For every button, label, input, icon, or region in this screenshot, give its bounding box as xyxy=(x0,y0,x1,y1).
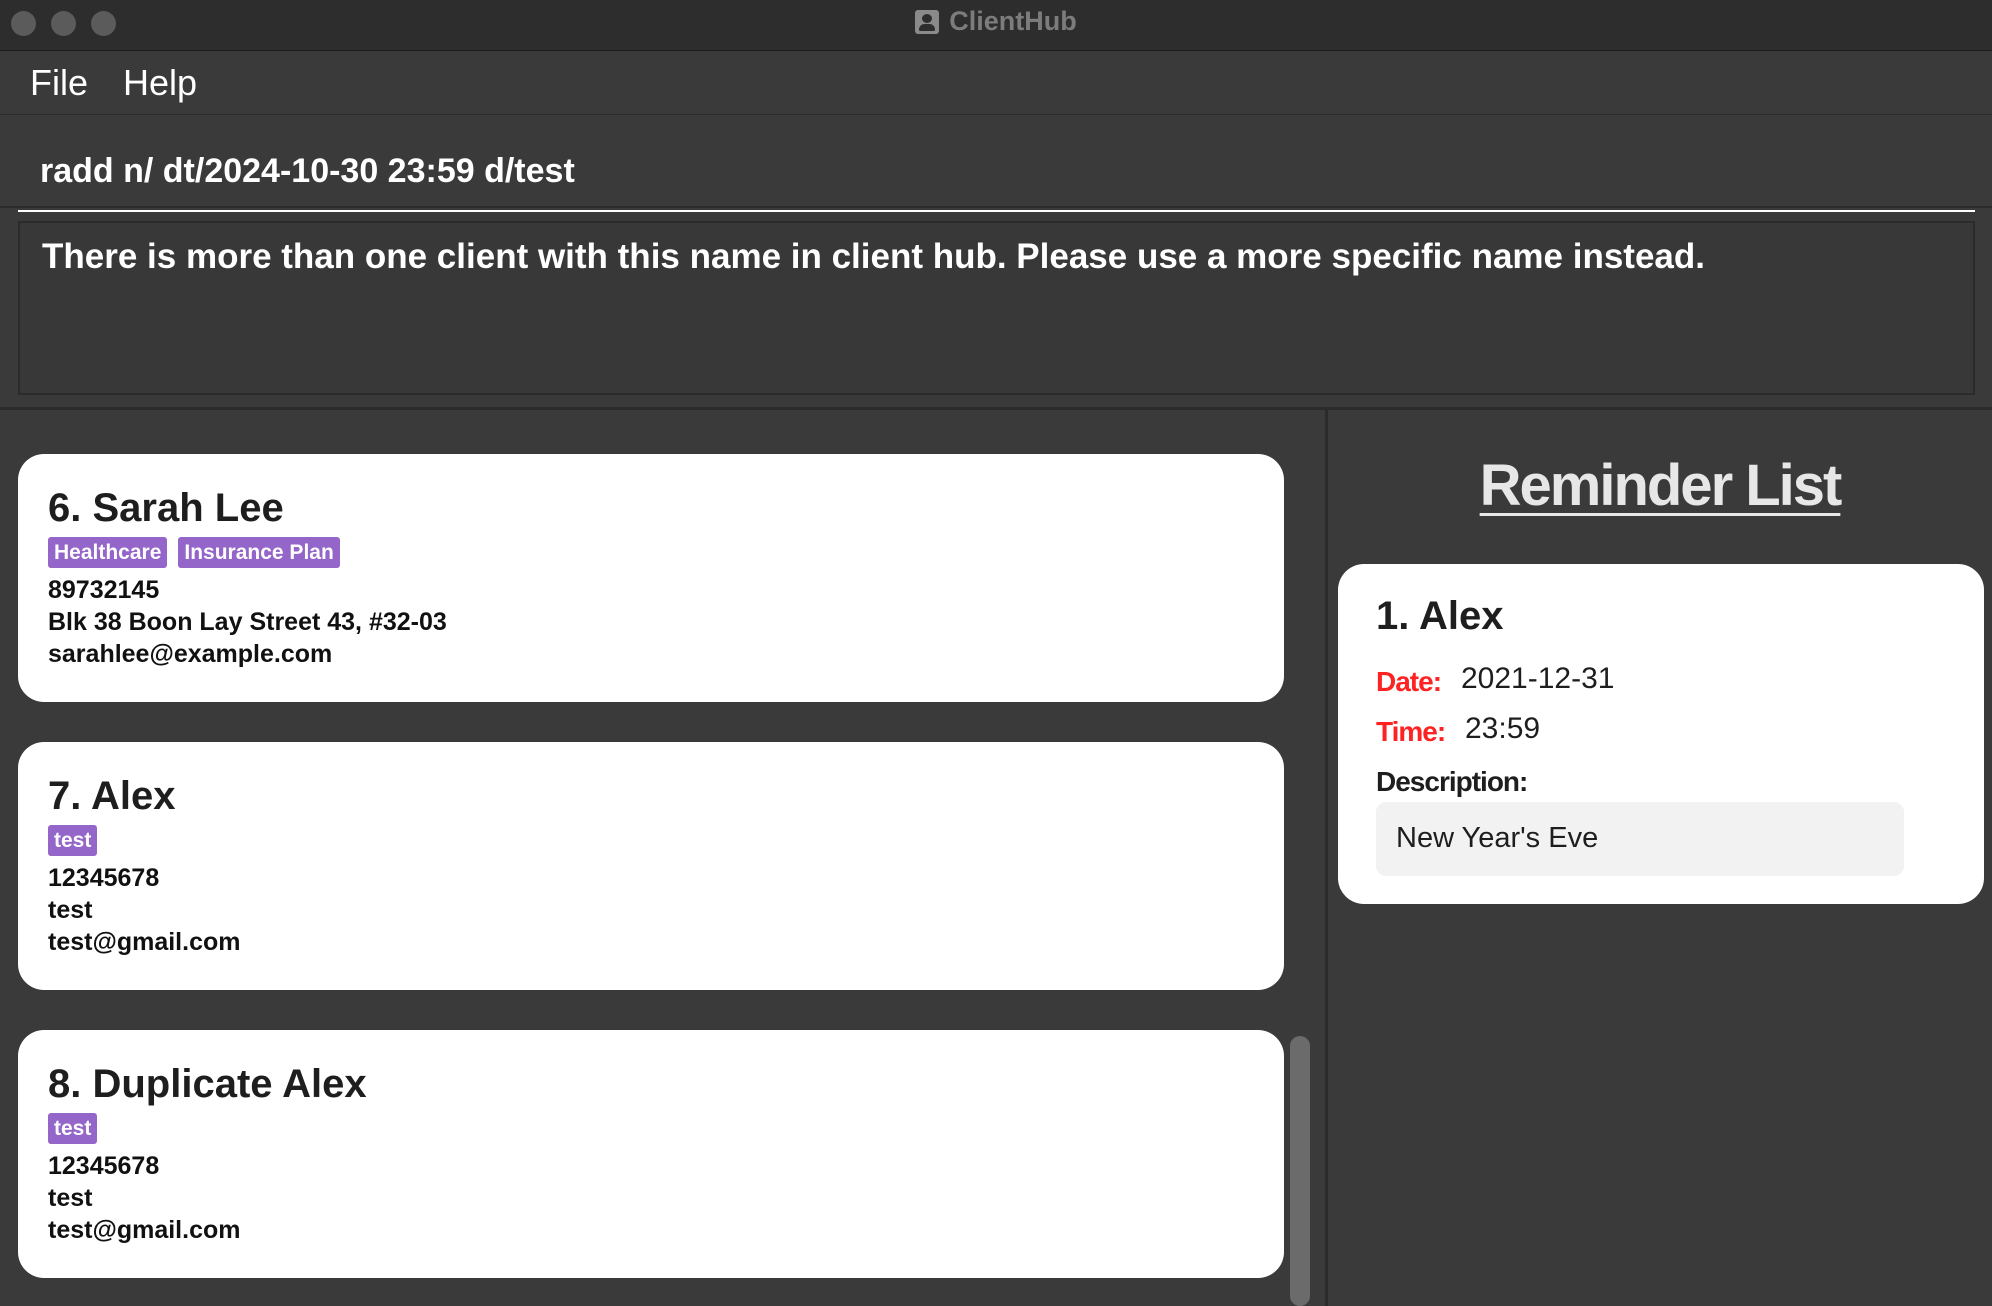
client-list[interactable]: 6. Sarah Lee Healthcare Insurance Plan 89… xyxy=(0,410,1325,1306)
reminder-description-box: New Year's Eve xyxy=(1376,802,1904,876)
app-window: ClientHub File Help There is more than o… xyxy=(0,0,1992,1306)
client-tag: Healthcare xyxy=(48,537,168,568)
menu-bar: File Help xyxy=(0,52,1992,115)
reminder-date: 2021-12-31 xyxy=(1461,662,1615,695)
reminder-card[interactable]: 1. Alex Date: 2021-12-31 Time: 23:59 Des… xyxy=(1338,564,1984,904)
menu-file[interactable]: File xyxy=(30,62,88,104)
client-email: sarahlee@example.com xyxy=(48,640,333,668)
reminder-client-name: 1. Alex xyxy=(1376,594,1504,638)
client-tag: Insurance Plan xyxy=(178,537,340,568)
result-message: There is more than one client with this … xyxy=(42,237,1705,276)
client-list-scrollbar[interactable] xyxy=(1290,1036,1310,1306)
client-tags: test xyxy=(48,825,108,856)
command-input[interactable] xyxy=(18,132,1975,212)
client-tag: test xyxy=(48,1113,98,1144)
contact-book-icon xyxy=(915,9,940,34)
client-card[interactable]: 6. Sarah Lee Healthcare Insurance Plan 89… xyxy=(18,454,1284,702)
reminder-time: 23:59 xyxy=(1465,712,1541,745)
client-name: 7. Alex xyxy=(48,774,176,818)
client-address: Blk 38 Boon Lay Street 43, #32-03 xyxy=(48,608,447,636)
window-title-text: ClientHub xyxy=(949,6,1077,36)
reminder-panel: Reminder List 1. Alex Date: 2021-12-31 T… xyxy=(1328,410,1992,1306)
reminder-list-title: Reminder List xyxy=(1479,453,1843,518)
reminder-description-label: Description: xyxy=(1376,766,1528,797)
client-tag: test xyxy=(48,825,98,856)
client-address: test xyxy=(48,896,93,924)
title-bar: ClientHub xyxy=(0,0,1992,51)
client-phone: 12345678 xyxy=(48,1152,160,1180)
command-box xyxy=(0,116,1992,212)
client-email: test@gmail.com xyxy=(48,1216,241,1244)
client-address: test xyxy=(48,1184,93,1212)
client-email: test@gmail.com xyxy=(48,928,241,956)
client-name: 6. Sarah Lee xyxy=(48,486,284,530)
client-name: 8. Duplicate Alex xyxy=(48,1062,367,1106)
menu-help[interactable]: Help xyxy=(123,62,197,104)
client-phone: 12345678 xyxy=(48,864,160,892)
result-display: There is more than one client with this … xyxy=(18,221,1975,395)
client-tags: Healthcare Insurance Plan xyxy=(48,537,351,568)
client-tags: test xyxy=(48,1113,108,1144)
window-title: ClientHub xyxy=(0,6,1992,36)
reminder-date-label: Date: xyxy=(1376,666,1442,697)
reminder-description: New Year's Eve xyxy=(1396,822,1599,854)
client-phone: 89732145 xyxy=(48,576,160,604)
client-card[interactable]: 7. Alex test 12345678 test test@gmail.co… xyxy=(18,742,1284,990)
reminder-time-label: Time: xyxy=(1376,716,1446,747)
client-card[interactable]: 8. Duplicate Alex test 12345678 test tes… xyxy=(18,1030,1284,1278)
